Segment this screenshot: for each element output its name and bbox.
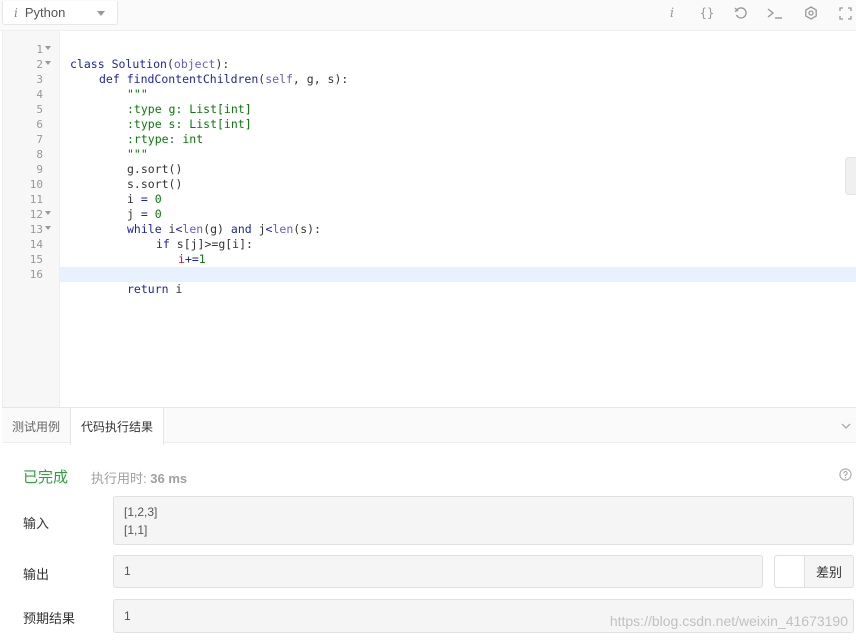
code-token: return: [127, 282, 169, 296]
line-number: 11: [29, 193, 43, 206]
chevron-down-icon[interactable]: [840, 419, 852, 437]
output-value: 1: [124, 564, 131, 578]
editor-toolbar: i Python i {}: [0, 0, 856, 31]
fold-arrow-icon[interactable]: [45, 226, 51, 230]
braces-icon[interactable]: {}: [697, 3, 717, 23]
input-label: 输入: [23, 516, 50, 531]
terminal-icon[interactable]: [766, 3, 784, 23]
output-value-box: 1: [113, 555, 763, 588]
code-line[interactable]: i+=1: [3, 237, 856, 266]
help-icon[interactable]: [839, 468, 852, 486]
undo-icon[interactable]: [733, 3, 749, 23]
line-number: 9: [36, 163, 43, 176]
code-line[interactable]: j+=1: [3, 252, 856, 281]
output-label: 输出: [23, 567, 50, 582]
exec-time: 执行用时: 36 ms: [91, 468, 187, 487]
line-number: 10: [29, 178, 43, 191]
line-number-row: 4: [3, 87, 60, 102]
code-editor[interactable]: class Solution(object): def findContentC…: [2, 31, 856, 407]
line-number-row: 10: [3, 177, 60, 192]
line-number-row: 14: [3, 237, 60, 252]
line-number: 13: [29, 223, 43, 236]
code-line[interactable]: :rtype: int: [3, 117, 856, 146]
code-line[interactable]: """: [3, 72, 856, 101]
toggle-knob: [775, 556, 805, 587]
status-badge: 已完成: [23, 469, 69, 486]
line-number: 5: [36, 103, 43, 116]
line-number-row: 3: [3, 72, 60, 87]
line-number-row: 8: [3, 147, 60, 162]
line-number-row: 12: [3, 207, 60, 222]
line-number: 2: [36, 58, 43, 71]
code-line[interactable]: while i<len(g) and j<len(s):: [3, 207, 856, 236]
code-line[interactable]: s.sort(): [3, 162, 856, 191]
line-number: 7: [36, 133, 43, 146]
input-line: [1,1]: [124, 523, 148, 537]
code-line[interactable]: class Solution(object):: [3, 42, 856, 71]
input-line: [1,2,3]: [124, 505, 158, 519]
result-panel-tabs: 测试用例 代码执行结果: [2, 407, 856, 445]
line-number: 4: [36, 88, 43, 101]
line-number-row: 11: [3, 192, 60, 207]
code-line[interactable]: :type g: List[int]: [3, 87, 856, 116]
exec-time-label: 执行用时:: [91, 471, 147, 486]
language-select-value: Python: [24, 5, 66, 20]
expected-value: 1: [124, 609, 131, 623]
code-line[interactable]: i = 0: [3, 177, 856, 206]
exec-time-value: 36 ms: [150, 471, 188, 486]
line-number-row: 9: [3, 162, 60, 177]
fold-arrow-icon[interactable]: [45, 46, 51, 50]
line-number: 3: [36, 73, 43, 86]
tab-label: 代码执行结果: [81, 420, 154, 434]
fold-arrow-icon[interactable]: [45, 211, 51, 215]
expected-label: 预期结果: [23, 611, 76, 626]
line-number-row: 5: [3, 102, 60, 117]
tab-run-result[interactable]: 代码执行结果: [70, 408, 165, 445]
code-line[interactable]: def findContentChildren(self, g, s):: [3, 57, 856, 86]
chevron-down-icon: [97, 11, 105, 16]
diff-toggle[interactable]: 差别: [774, 555, 854, 588]
code-line-active[interactable]: return i: [60, 267, 856, 296]
diff-label: 差别: [816, 565, 843, 580]
line-number: 12: [29, 208, 43, 221]
info-icon-glyph: i: [669, 5, 675, 21]
side-panel-handle[interactable]: [845, 157, 856, 195]
line-number-row: 15: [3, 252, 60, 267]
braces-icon-glyph: {}: [699, 6, 715, 20]
code-line[interactable]: """: [3, 132, 856, 161]
line-number: 14: [29, 238, 43, 251]
line-number: 6: [36, 118, 43, 131]
line-number-row: 6: [3, 117, 60, 132]
code-line[interactable]: :type s: List[int]: [3, 102, 856, 131]
line-number-row: 13: [3, 222, 60, 237]
code-token: i: [168, 282, 183, 296]
code-line[interactable]: g.sort(): [3, 147, 856, 176]
line-number: 15: [29, 253, 43, 266]
input-value-box: [1,2,3] [1,1]: [113, 496, 854, 545]
info-icon[interactable]: i: [666, 3, 678, 23]
line-number-row: 16: [3, 267, 60, 282]
fold-arrow-icon[interactable]: [45, 61, 51, 65]
fullscreen-icon[interactable]: [838, 3, 852, 23]
tab-label: 测试用例: [12, 419, 61, 434]
tab-test-cases[interactable]: 测试用例: [2, 408, 70, 444]
watermark: https://blog.csdn.net/weixin_41673190: [609, 613, 848, 629]
line-number: 1: [36, 43, 43, 56]
line-number: 8: [36, 148, 43, 161]
settings-icon[interactable]: [803, 3, 819, 23]
info-italic-icon: i: [14, 5, 18, 20]
language-select[interactable]: i Python: [2, 1, 118, 25]
line-number-row: 2: [3, 57, 60, 72]
line-number-row: 1: [3, 42, 60, 57]
code-line[interactable]: if s[j]>=g[i]:: [3, 222, 856, 251]
code-line[interactable]: j = 0: [3, 192, 856, 221]
line-number-row: 7: [3, 132, 60, 147]
line-number: 16: [29, 268, 43, 281]
